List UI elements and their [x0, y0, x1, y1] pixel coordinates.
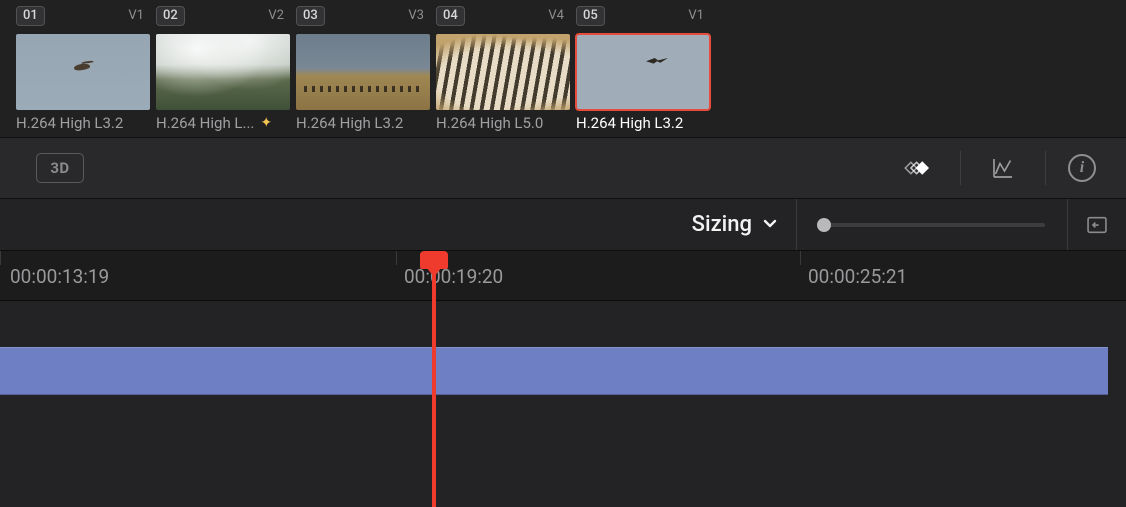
clip-codec-label: H.264 High L3.2 [296, 114, 430, 132]
clip-01[interactable]: 01 V1 H.264 High L3.2 [16, 6, 150, 137]
timecode-label: 00:00:25:21 [808, 265, 907, 288]
timeline: 00:00:13:19 00:00:19:20 00:00:25:21 [0, 251, 1126, 507]
track-area[interactable] [0, 301, 1126, 507]
slider-track [819, 223, 1045, 227]
info-icon[interactable]: i [1068, 154, 1096, 182]
ruler-tick [0, 251, 1, 265]
clip-index-badge: 05 [576, 6, 605, 26]
toggle-3d-button[interactable]: 3D [36, 153, 84, 183]
clip-03[interactable]: 03 V3 H.264 High L3.2 [296, 6, 430, 137]
clip-track-badge: V3 [406, 8, 426, 24]
clip-codec-label: H.264 High L3.2 [576, 114, 710, 132]
clip-thumbnail[interactable] [16, 34, 150, 110]
separator [1045, 151, 1046, 185]
clip-strip: 01V1H.264 High L3.202V2H.264 High L...✦0… [0, 0, 1126, 137]
toolbar: 3D i [0, 137, 1126, 199]
sparkle-icon: ✦ [260, 115, 272, 131]
keyframes-icon[interactable] [898, 148, 938, 188]
slider-thumb[interactable] [817, 218, 831, 232]
time-ruler[interactable]: 00:00:13:19 00:00:19:20 00:00:25:21 [0, 251, 1126, 301]
clip-track-badge: V2 [266, 8, 286, 24]
clip-index-badge: 04 [436, 6, 465, 26]
zoom-slider[interactable] [797, 199, 1068, 250]
curve-editor-icon[interactable] [983, 148, 1023, 188]
clip-track-badge: V1 [686, 8, 706, 24]
clip-thumbnail[interactable] [156, 34, 290, 110]
toolbar-right-group: i [898, 138, 1126, 198]
playhead[interactable] [432, 251, 436, 507]
timecode-label: 00:00:13:19 [10, 265, 109, 288]
ruler-tick [396, 251, 397, 265]
clip-codec-label: H.264 High L5.0 [436, 114, 570, 132]
ruler-tick [800, 251, 801, 265]
video-clip[interactable] [0, 347, 1108, 395]
clip-codec-label: H.264 High L3.2 [16, 114, 150, 132]
chevron-down-icon [762, 212, 778, 237]
clip-index-badge: 03 [296, 6, 325, 26]
clip-thumbnail[interactable] [296, 34, 430, 110]
expand-panel-icon[interactable] [1068, 212, 1126, 238]
clip-track-badge: V4 [546, 8, 566, 24]
separator [960, 151, 961, 185]
clip-track-badge: V1 [126, 8, 146, 24]
clip-index-badge: 01 [16, 6, 45, 26]
clip-05[interactable]: 05 V1 H.264 High L3.2 [576, 6, 710, 137]
subbar: Sizing [0, 199, 1126, 251]
clip-04[interactable]: 04 V4 H.264 High L5.0 [436, 6, 570, 137]
sizing-dropdown[interactable]: Sizing [692, 199, 797, 250]
clip-codec-label: H.264 High L...✦ [156, 114, 290, 132]
clip-index-badge: 02 [156, 6, 185, 26]
clip-thumbnail[interactable] [576, 34, 710, 110]
timecode-label: 00:00:19:20 [404, 265, 503, 288]
sizing-dropdown-label: Sizing [692, 212, 752, 237]
clip-thumbnail[interactable] [436, 34, 570, 110]
clip-02[interactable]: 02 V2 H.264 High L...✦ [156, 6, 290, 137]
